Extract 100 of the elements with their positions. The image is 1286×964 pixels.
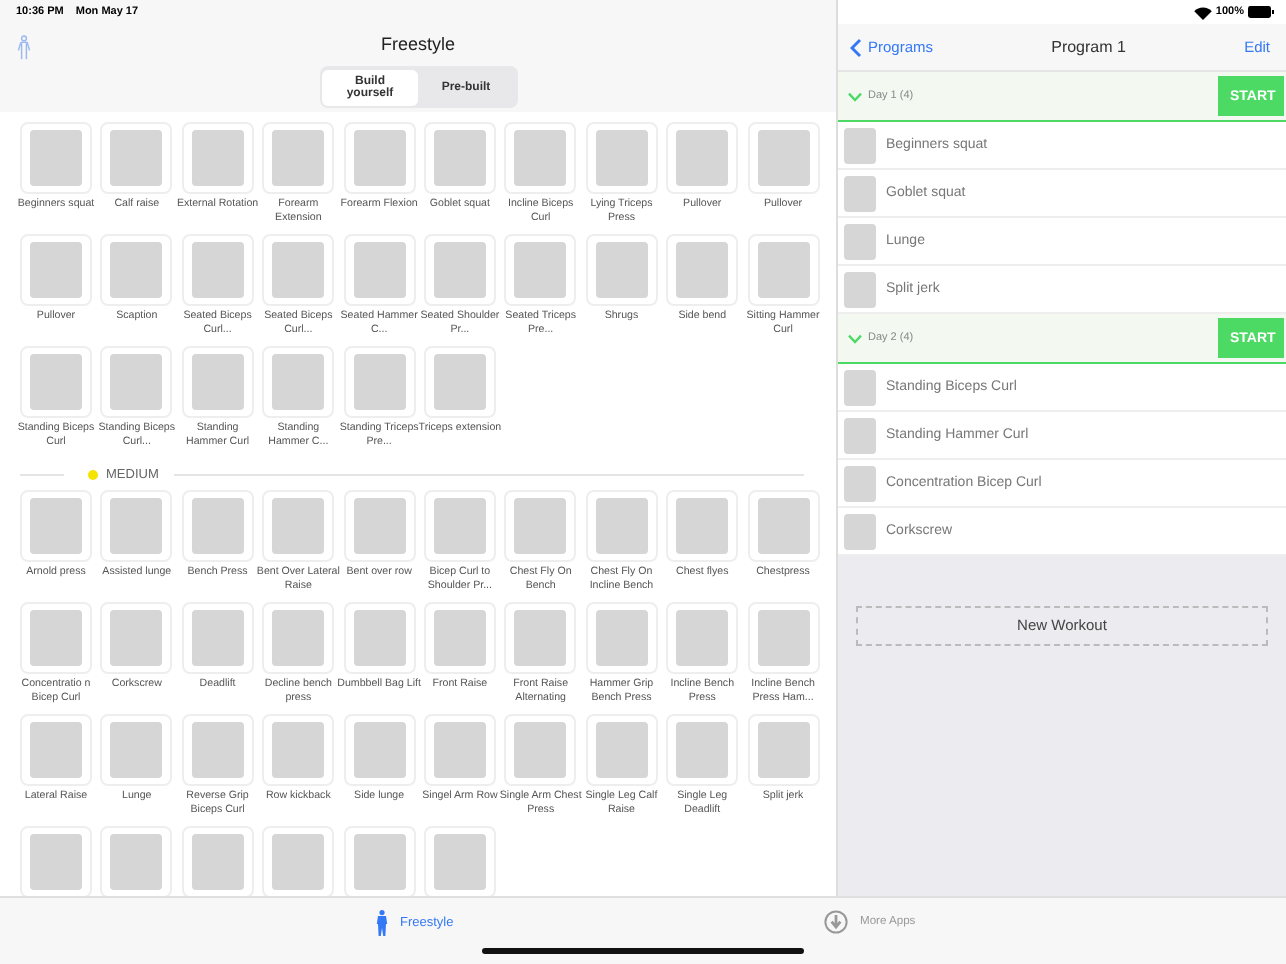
exercise-tile[interactable]: [343, 122, 416, 194]
photo-placeholder: [844, 513, 876, 549]
photo-placeholder: [514, 130, 567, 186]
exercise-tile[interactable]: [343, 714, 416, 786]
photo-placeholder: [595, 722, 648, 778]
photo-placeholder: [595, 130, 648, 186]
photo-placeholder: [433, 130, 486, 186]
photo-placeholder: [757, 242, 810, 298]
exercise-tile[interactable]: [343, 234, 416, 306]
exercise-tile[interactable]: [585, 122, 658, 194]
exercise-tile[interactable]: [666, 490, 739, 562]
exercise-tile[interactable]: [666, 234, 739, 306]
exercise-tile[interactable]: [181, 234, 254, 306]
exercise-tile[interactable]: [585, 490, 658, 562]
exercise-tile[interactable]: [343, 490, 416, 562]
exercise-tile[interactable]: [100, 490, 173, 562]
exercise-tile[interactable]: [747, 234, 820, 306]
exercise-tile[interactable]: [666, 602, 739, 674]
exercise-tile[interactable]: [343, 346, 416, 418]
exercise-tile[interactable]: [181, 602, 254, 674]
exercise-tile[interactable]: [423, 602, 496, 674]
photo-placeholder: [353, 722, 406, 778]
exercise-tile[interactable]: [585, 714, 658, 786]
exercise-tile[interactable]: [100, 714, 173, 786]
exercise-tile[interactable]: [747, 714, 820, 786]
photo-placeholder: [30, 834, 82, 890]
exercise-tile[interactable]: [20, 714, 92, 786]
photo-placeholder: [676, 722, 729, 778]
exercise-tile[interactable]: [100, 602, 173, 674]
exercise-tile[interactable]: [100, 826, 173, 898]
photo-placeholder: [191, 722, 244, 778]
exercise-tile[interactable]: [262, 346, 335, 418]
body-figure-icon[interactable]: [16, 34, 32, 62]
exercise-tile[interactable]: [504, 490, 577, 562]
exercise-tile[interactable]: [262, 490, 335, 562]
exercise-tile[interactable]: [747, 602, 820, 674]
exercise-tile[interactable]: [504, 714, 577, 786]
exercise-tile[interactable]: [585, 602, 658, 674]
exercise-tile[interactable]: [262, 602, 335, 674]
photo-placeholder: [844, 271, 876, 307]
photo-placeholder: [191, 130, 244, 186]
photo-placeholder: [433, 834, 486, 890]
exercise-tile[interactable]: [423, 122, 496, 194]
exercise-tile[interactable]: [20, 602, 92, 674]
photo-placeholder: [30, 130, 82, 186]
exercise-tile[interactable]: [100, 234, 173, 306]
exercise-tile[interactable]: [747, 490, 820, 562]
exercise-tile[interactable]: [423, 826, 496, 898]
photo-placeholder: [110, 610, 163, 666]
exercise-tile[interactable]: [666, 122, 739, 194]
exercise-tile[interactable]: [343, 602, 416, 674]
chevron-icon[interactable]: [848, 333, 862, 343]
exercise-tile[interactable]: [504, 602, 577, 674]
exercise-tile[interactable]: [423, 234, 496, 306]
exercise-tile[interactable]: [20, 234, 92, 306]
photo-placeholder: [757, 722, 810, 778]
photo-placeholder: [844, 127, 876, 163]
exercise-tile[interactable]: [423, 346, 496, 418]
exercise-tile[interactable]: [20, 122, 92, 194]
exercise-tile[interactable]: [20, 826, 92, 898]
exercise-tile[interactable]: [100, 346, 173, 418]
exercise-tile[interactable]: [585, 234, 658, 306]
photo-placeholder: [514, 498, 567, 554]
exercise-tile[interactable]: [181, 490, 254, 562]
photo-placeholder: [757, 498, 810, 554]
figure-icon: [376, 910, 388, 936]
photo-placeholder: [514, 242, 567, 298]
photo-placeholder: [433, 610, 486, 666]
exercise-tile[interactable]: [666, 714, 739, 786]
photo-placeholder: [191, 610, 244, 666]
exercise-tile[interactable]: [504, 122, 577, 194]
exercise-tile[interactable]: [262, 234, 335, 306]
photo-placeholder: [676, 498, 729, 554]
exercise-tile[interactable]: [262, 122, 335, 194]
exercise-tile[interactable]: [343, 826, 416, 898]
photo-placeholder: [30, 498, 82, 554]
photo-placeholder: [272, 130, 325, 186]
photo-placeholder: [595, 498, 648, 554]
exercise-tile[interactable]: [423, 490, 496, 562]
photo-placeholder: [30, 242, 82, 298]
exercise-tile[interactable]: [20, 346, 92, 418]
download-icon: [824, 910, 848, 934]
chevron-icon[interactable]: [848, 91, 862, 101]
exercise-tile[interactable]: [262, 714, 335, 786]
exercise-tile[interactable]: [181, 346, 254, 418]
exercise-tile[interactable]: [181, 122, 254, 194]
exercise-tile[interactable]: [181, 826, 254, 898]
photo-placeholder: [844, 223, 876, 259]
exercise-tile[interactable]: [423, 714, 496, 786]
exercise-tile[interactable]: [504, 234, 577, 306]
photo-placeholder: [191, 242, 244, 298]
chevron-left-icon: [850, 37, 862, 57]
exercise-tile[interactable]: [20, 490, 92, 562]
exercise-tile[interactable]: [181, 714, 254, 786]
battery-icon: [1248, 6, 1274, 18]
exercise-tile[interactable]: [747, 122, 820, 194]
nav-title: Program 1: [1051, 38, 1126, 56]
exercise-tile[interactable]: [100, 122, 173, 194]
exercise-tile[interactable]: [262, 826, 335, 898]
photo-placeholder: [844, 417, 876, 453]
